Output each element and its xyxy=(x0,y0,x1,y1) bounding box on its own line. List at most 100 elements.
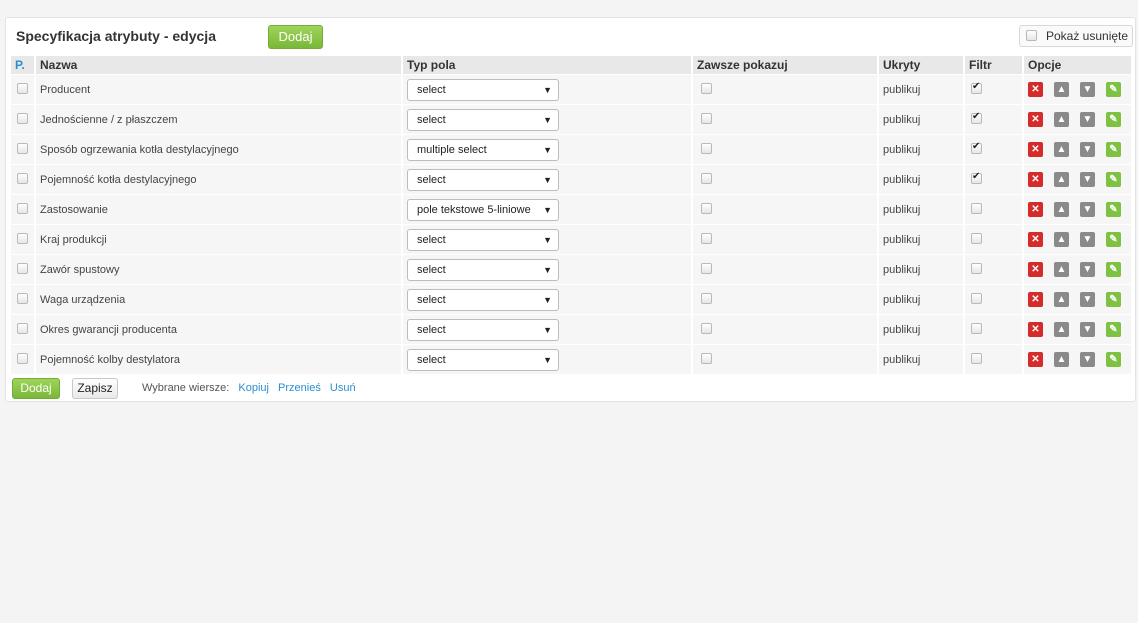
field-type-select[interactable]: select ▼ xyxy=(407,168,559,191)
copy-link[interactable]: Kopiuj xyxy=(238,382,269,394)
filter-checkbox[interactable] xyxy=(971,262,982,274)
row-select-checkbox[interactable] xyxy=(17,112,28,124)
always-show-checkbox[interactable] xyxy=(701,232,712,244)
move-link[interactable]: Przenieś xyxy=(278,382,321,394)
filter-checkbox[interactable] xyxy=(971,352,982,364)
filter-checkbox[interactable] xyxy=(971,322,982,334)
arrow-down-icon[interactable]: ▼ xyxy=(1080,82,1095,97)
always-show-checkbox[interactable] xyxy=(701,202,712,214)
arrow-up-icon[interactable]: ▲ xyxy=(1054,322,1069,337)
hidden-status[interactable]: publikuj xyxy=(878,74,965,105)
arrow-down-icon[interactable]: ▼ xyxy=(1080,202,1095,217)
hidden-status[interactable]: publikuj xyxy=(878,164,965,195)
arrow-up-icon[interactable]: ▲ xyxy=(1054,292,1069,307)
arrow-up-icon[interactable]: ▲ xyxy=(1054,172,1069,187)
field-type-select[interactable]: select ▼ xyxy=(407,228,559,251)
row-select-checkbox[interactable] xyxy=(17,292,28,304)
close-icon[interactable]: ✕ xyxy=(1028,322,1043,337)
edit-icon[interactable]: ✎ xyxy=(1106,112,1121,127)
hidden-status[interactable]: publikuj xyxy=(878,254,965,285)
row-select-checkbox[interactable] xyxy=(17,322,28,334)
hidden-status[interactable]: publikuj xyxy=(878,104,965,135)
row-select-checkbox[interactable] xyxy=(17,262,28,274)
row-select-checkbox[interactable] xyxy=(17,82,28,94)
header-p[interactable]: P. xyxy=(11,56,36,75)
hidden-status[interactable]: publikuj xyxy=(878,194,965,225)
arrow-up-icon[interactable]: ▲ xyxy=(1054,82,1069,97)
field-type-select[interactable]: select ▼ xyxy=(407,318,559,341)
filter-checkbox[interactable] xyxy=(971,81,982,94)
arrow-up-icon[interactable]: ▲ xyxy=(1054,232,1069,247)
edit-icon[interactable]: ✎ xyxy=(1106,172,1121,187)
always-show-checkbox[interactable] xyxy=(701,322,712,334)
show-deleted-checkbox[interactable] xyxy=(1026,30,1037,41)
always-show-checkbox[interactable] xyxy=(701,142,712,154)
filter-checkbox[interactable] xyxy=(971,111,982,124)
add-button-bottom[interactable]: Dodaj xyxy=(12,378,60,399)
hidden-status[interactable]: publikuj xyxy=(878,344,965,374)
arrow-down-icon[interactable]: ▼ xyxy=(1080,112,1095,127)
arrow-down-icon[interactable]: ▼ xyxy=(1080,352,1095,367)
row-select-checkbox[interactable] xyxy=(17,142,28,154)
delete-link[interactable]: Usuń xyxy=(330,382,356,394)
arrow-down-icon[interactable]: ▼ xyxy=(1080,322,1095,337)
field-type-select[interactable]: select ▼ xyxy=(407,108,559,131)
always-show-checkbox[interactable] xyxy=(701,292,712,304)
add-button-top[interactable]: Dodaj xyxy=(268,25,323,49)
edit-icon[interactable]: ✎ xyxy=(1106,232,1121,247)
row-select-checkbox[interactable] xyxy=(17,232,28,244)
close-icon[interactable]: ✕ xyxy=(1028,352,1043,367)
arrow-down-icon[interactable]: ▼ xyxy=(1080,232,1095,247)
hidden-status[interactable]: publikuj xyxy=(878,134,965,165)
arrow-down-icon[interactable]: ▼ xyxy=(1080,142,1095,157)
edit-icon[interactable]: ✎ xyxy=(1106,202,1121,217)
always-show-checkbox[interactable] xyxy=(701,172,712,184)
always-show-checkbox[interactable] xyxy=(701,82,712,94)
filter-cell xyxy=(964,134,1024,165)
field-type-select[interactable]: select ▼ xyxy=(407,288,559,311)
arrow-down-icon[interactable]: ▼ xyxy=(1080,292,1095,307)
close-icon[interactable]: ✕ xyxy=(1028,202,1043,217)
edit-icon[interactable]: ✎ xyxy=(1106,262,1121,277)
close-icon[interactable]: ✕ xyxy=(1028,232,1043,247)
close-icon[interactable]: ✕ xyxy=(1028,172,1043,187)
save-button[interactable]: Zapisz xyxy=(72,378,118,399)
close-icon[interactable]: ✕ xyxy=(1028,262,1043,277)
field-type-select[interactable]: select ▼ xyxy=(407,258,559,281)
always-show-checkbox[interactable] xyxy=(701,262,712,274)
arrow-up-icon[interactable]: ▲ xyxy=(1054,142,1069,157)
arrow-up-icon[interactable]: ▲ xyxy=(1054,352,1069,367)
close-icon[interactable]: ✕ xyxy=(1028,82,1043,97)
filter-checkbox[interactable] xyxy=(971,171,982,184)
filter-checkbox[interactable] xyxy=(971,202,982,214)
filter-checkbox[interactable] xyxy=(971,232,982,244)
row-select-checkbox[interactable] xyxy=(17,352,28,364)
close-icon[interactable]: ✕ xyxy=(1028,292,1043,307)
arrow-up-icon[interactable]: ▲ xyxy=(1054,202,1069,217)
edit-icon[interactable]: ✎ xyxy=(1106,142,1121,157)
hidden-status[interactable]: publikuj xyxy=(878,224,965,255)
field-type-select[interactable]: pole tekstowe 5-liniowe ▼ xyxy=(407,198,559,221)
edit-icon[interactable]: ✎ xyxy=(1106,352,1121,367)
filter-checkbox[interactable] xyxy=(971,141,982,154)
hidden-status[interactable]: publikuj xyxy=(878,284,965,315)
close-icon[interactable]: ✕ xyxy=(1028,112,1043,127)
field-type-select[interactable]: multiple select ▼ xyxy=(407,138,559,161)
field-type-select[interactable]: select ▼ xyxy=(407,348,559,371)
arrow-up-icon[interactable]: ▲ xyxy=(1054,112,1069,127)
filter-checkbox[interactable] xyxy=(971,292,982,304)
arrow-down-icon[interactable]: ▼ xyxy=(1080,172,1095,187)
always-show-checkbox[interactable] xyxy=(701,112,712,124)
field-type-select[interactable]: select ▼ xyxy=(407,78,559,101)
edit-icon[interactable]: ✎ xyxy=(1106,82,1121,97)
arrow-up-icon[interactable]: ▲ xyxy=(1054,262,1069,277)
edit-icon[interactable]: ✎ xyxy=(1106,322,1121,337)
close-icon[interactable]: ✕ xyxy=(1028,142,1043,157)
always-show-checkbox[interactable] xyxy=(701,352,712,364)
hidden-status[interactable]: publikuj xyxy=(878,314,965,345)
arrow-down-icon[interactable]: ▼ xyxy=(1080,262,1095,277)
row-select-checkbox[interactable] xyxy=(17,202,28,214)
edit-icon[interactable]: ✎ xyxy=(1106,292,1121,307)
row-select-checkbox[interactable] xyxy=(17,172,28,184)
show-deleted-toggle[interactable]: Pokaż usunięte xyxy=(1019,25,1133,47)
